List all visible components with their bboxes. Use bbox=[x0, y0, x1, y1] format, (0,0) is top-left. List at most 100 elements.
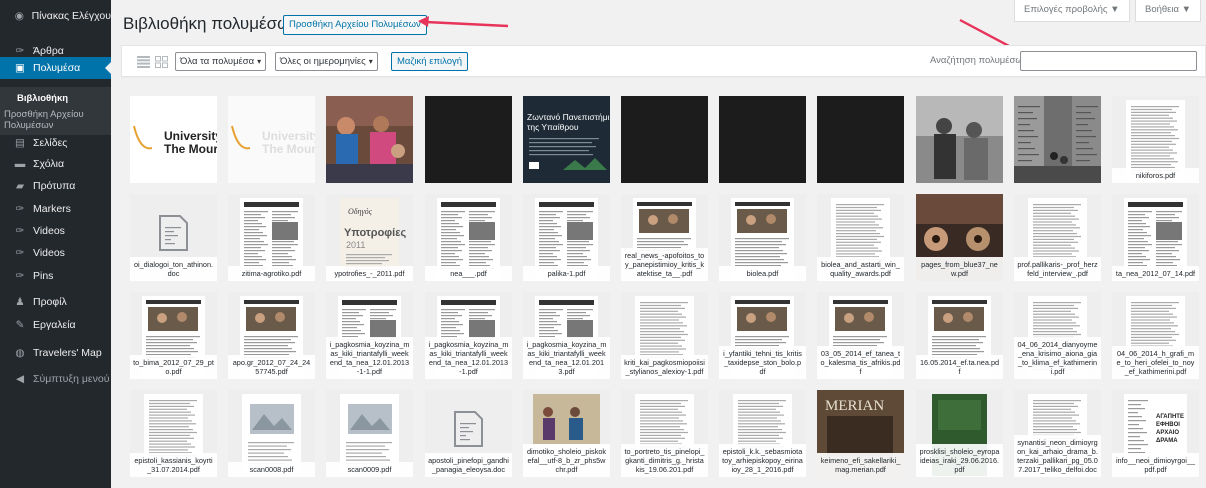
media-item[interactable]: oi_dialogoi_ton_athinon.doc bbox=[130, 194, 217, 281]
sidebar-item[interactable]: ▰ Πρότυπα bbox=[0, 175, 111, 197]
sidebar-item[interactable]: ▣ Πολυμέσα bbox=[0, 57, 111, 79]
media-item[interactable]: i_pagkosmia_koyzina_mas_kiki_triantafyll… bbox=[523, 292, 610, 379]
media-submenu: Βιβλιοθήκη Προσθήκη Αρχείου Πολυμέσων bbox=[0, 87, 111, 135]
media-filename: palika-1.pdf bbox=[523, 266, 610, 281]
submenu-add-new[interactable]: Προσθήκη Αρχείου Πολυμέσων bbox=[4, 109, 84, 131]
media-item[interactable] bbox=[817, 96, 904, 183]
media-item[interactable]: ta_nea_2012_07_14.pdf bbox=[1112, 194, 1199, 281]
svg-text:University: University bbox=[262, 129, 315, 143]
date-filter[interactable]: Όλες οι ημερομηνίες ▾ bbox=[275, 52, 378, 71]
sidebar-item[interactable]: ◍ Travelers' Map bbox=[0, 342, 111, 364]
media-item[interactable]: i_pagkosmia_koyzina_mas_kiki_triantafyll… bbox=[425, 292, 512, 379]
media-item[interactable]: MERIAN keimeno_efi_sakellariki_mag.merian… bbox=[817, 390, 904, 477]
media-item[interactable]: University The Mour bbox=[130, 96, 217, 183]
submenu-add-new-line2: Πολυμέσων bbox=[4, 120, 54, 131]
sidebar-item[interactable]: ✑ Markers bbox=[0, 198, 111, 220]
media-item[interactable]: prosklisi_sholeio_eyropaideias_iraki_29.… bbox=[916, 390, 1003, 477]
media-item[interactable] bbox=[621, 96, 708, 183]
media-item[interactable] bbox=[425, 96, 512, 183]
media-filename: scan0009.pdf bbox=[326, 462, 413, 477]
sidebar-item[interactable]: ♟ Προφίλ bbox=[0, 291, 111, 313]
media-item[interactable]: nea___.pdf bbox=[425, 194, 512, 281]
media-filename: epistoli_k.k._sebasmiotatoy_arhiepiskopo… bbox=[719, 444, 806, 477]
media-item[interactable]: real_news_-apofoitos_toy_panepistimioy_k… bbox=[621, 194, 708, 281]
media-item[interactable]: scan0008.pdf bbox=[228, 390, 315, 477]
bulk-select-button[interactable]: Μαζική επιλογή bbox=[391, 52, 469, 71]
media-filename: apo.gr_2012_07_24_2457745.pdf bbox=[228, 355, 315, 379]
svg-text:The Mour: The Mour bbox=[164, 142, 217, 156]
sidebar-item-label: Markers bbox=[33, 203, 71, 215]
media-item[interactable]: 03_05_2014_ef_tanea_to_kalesma_tis_afrik… bbox=[817, 292, 904, 379]
media-filename: i_yfantiki_tehni_tis_kritis_taxidepse_st… bbox=[719, 346, 806, 379]
media-item[interactable]: dimotiko_sholeio_piskokefal__utf-8_b_zr_… bbox=[523, 390, 610, 477]
media-item[interactable]: kriti_kai_pagkosmiopoiisi_stylianos_alex… bbox=[621, 292, 708, 379]
media-item[interactable]: synantisi_neon_dimioyrgon_kai_arhaio_dra… bbox=[1014, 390, 1101, 477]
media-item[interactable]: nikiforos.pdf bbox=[1112, 96, 1199, 183]
date-filter-value: Όλες οι ημερομηνίες bbox=[280, 56, 366, 67]
svg-text:MERIAN: MERIAN bbox=[825, 398, 884, 414]
sidebar-item-label: Pins bbox=[33, 270, 54, 282]
annotation-arrow-left bbox=[418, 16, 509, 28]
media-item[interactable]: scan0009.pdf bbox=[326, 390, 413, 477]
media-item[interactable]: Οδηγός Υποτροφίες 2011 ypotrofies_-_2011.pd… bbox=[326, 194, 413, 281]
media-item[interactable]: apostoli_pinefopi_gandhi_panagia_eleoysa… bbox=[425, 390, 512, 477]
sidebar-item[interactable]: ✑ Videos bbox=[0, 242, 111, 264]
media-item[interactable]: palika-1.pdf bbox=[523, 194, 610, 281]
sidebar-item[interactable]: ✑ Pins bbox=[0, 265, 111, 287]
help-tab[interactable]: Βοήθεια ▼ bbox=[1135, 0, 1202, 22]
sidebar-item-label: Εργαλεία bbox=[33, 319, 76, 331]
submenu-library[interactable]: Βιβλιοθήκη bbox=[17, 93, 68, 104]
media-item[interactable]: 04_06_2014_dianyoyme_ena_krisimo_aiona_g… bbox=[1014, 292, 1101, 379]
media-item[interactable]: i_pagkosmia_koyzina_mas_kiki_triantafyll… bbox=[326, 292, 413, 379]
media-type-filter[interactable]: Όλα τα πολυμέσα ▾ bbox=[175, 52, 267, 71]
media-item[interactable]: University The Mour bbox=[228, 96, 315, 183]
sidebar-item[interactable]: ✎ Εργαλεία bbox=[0, 314, 111, 336]
grid-view-icon[interactable] bbox=[155, 56, 168, 68]
media-filename: to_portreto_tis_pinelopi_gkanti_dimitris… bbox=[621, 444, 708, 477]
svg-text:ΑΡΧΑΙΟ: ΑΡΧΑΙΟ bbox=[1156, 430, 1179, 436]
globe-icon: ◍ bbox=[15, 347, 25, 359]
sidebar-item[interactable]: ◉ Πίνακας Ελέγχου bbox=[0, 5, 111, 27]
media-item[interactable]: epistoli_k.k._sebasmiotatoy_arhiepiskopo… bbox=[719, 390, 806, 477]
media-item[interactable]: pages_from_blue37_new.pdf bbox=[916, 194, 1003, 281]
media-item[interactable] bbox=[1014, 96, 1101, 183]
media-item[interactable]: prof.pallikaris-_prof_herzfeld_interview… bbox=[1014, 194, 1101, 281]
add-new-media-button[interactable]: Προσθήκη Αρχείου Πολυμέσων bbox=[283, 15, 427, 35]
svg-text:της Υπαίθρου: της Υπαίθρου bbox=[527, 122, 579, 132]
media-item[interactable]: zitima-agrotiko.pdf bbox=[228, 194, 315, 281]
sidebar-item-label: Σχόλια bbox=[33, 158, 65, 170]
folder-icon: ▰ bbox=[15, 180, 25, 192]
svg-text:Οδηγός: Οδηγός bbox=[348, 207, 373, 216]
sidebar-item-label: Σύμπτυξη μενού bbox=[33, 373, 110, 385]
sidebar-item[interactable]: ▬ Σχόλια bbox=[0, 153, 111, 175]
svg-text:2011: 2011 bbox=[346, 240, 365, 250]
media-filename: biolea_and_astarti_win_quality_awards.pd… bbox=[817, 257, 904, 281]
list-view-icon[interactable] bbox=[137, 56, 150, 68]
media-item[interactable]: i_yfantiki_tehni_tis_kritis_taxidepse_st… bbox=[719, 292, 806, 379]
screen-options-tab[interactable]: Επιλογές προβολής ▼ bbox=[1014, 0, 1130, 22]
media-item[interactable]: to_portreto_tis_pinelopi_gkanti_dimitris… bbox=[621, 390, 708, 477]
media-item[interactable]: Ζωντανό Πανεπιστήμι της Υπαίθρου bbox=[523, 96, 610, 183]
media-item[interactable]: epistoli_kassianis_koyrti_31.07.2014.pdf bbox=[130, 390, 217, 477]
media-item[interactable] bbox=[916, 96, 1003, 183]
media-filename: ta_nea_2012_07_14.pdf bbox=[1112, 266, 1199, 281]
media-item[interactable]: 16.05.2014_ef.ta.nea.pdf bbox=[916, 292, 1003, 379]
media-search-input[interactable] bbox=[1020, 51, 1197, 71]
sidebar-item[interactable]: ▤ Σελίδες bbox=[0, 132, 111, 154]
svg-text:University: University bbox=[164, 129, 217, 143]
sidebar-item-label: Πολυμέσα bbox=[33, 62, 81, 74]
media-item[interactable] bbox=[326, 96, 413, 183]
media-item[interactable] bbox=[719, 96, 806, 183]
media-item[interactable]: apo.gr_2012_07_24_2457745.pdf bbox=[228, 292, 315, 379]
media-item[interactable]: ΑΓΑΠΗΤΕ ΕΦΗΒΟΙ ΑΡΧΑΙΟ ΔΡΑΜΑ info__neoi_dimio… bbox=[1112, 390, 1199, 477]
admin-sidebar: Βιβλιοθήκη Προσθήκη Αρχείου Πολυμέσων ◉ Π… bbox=[0, 0, 111, 488]
media-filename: nikiforos.pdf bbox=[1112, 168, 1199, 183]
media-item[interactable]: biolea.pdf bbox=[719, 194, 806, 281]
media-item[interactable]: 04_06_2014_h_grafi_me_to_heri_ofelei_to_… bbox=[1112, 292, 1199, 379]
sidebar-item[interactable]: ◀ Σύμπτυξη μενού bbox=[0, 368, 111, 390]
pin-icon: ✑ bbox=[15, 45, 25, 57]
sidebar-item[interactable]: ✑ Videos bbox=[0, 220, 111, 242]
pin-icon: ✑ bbox=[15, 203, 25, 215]
media-item[interactable]: to_bima_2012_07_29_pto.pdf bbox=[130, 292, 217, 379]
media-item[interactable]: biolea_and_astarti_win_quality_awards.pd… bbox=[817, 194, 904, 281]
